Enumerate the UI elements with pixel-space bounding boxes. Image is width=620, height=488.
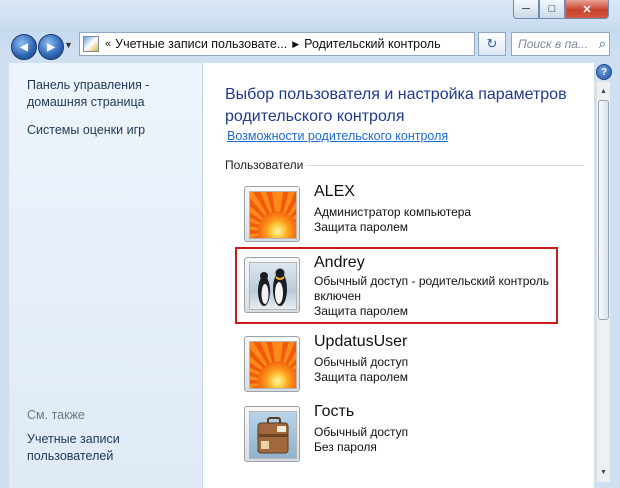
window-controls: ─ □ ✕	[513, 0, 609, 20]
control-panel-window: ─ □ ✕ ◀ ▶ ▼ « Учетные записи пользовате.…	[0, 0, 620, 488]
forward-arrow-icon: ▶	[47, 41, 55, 53]
forward-button[interactable]: ▶	[38, 34, 64, 60]
user-tile-guest[interactable]: Гость Обычный доступ Без пароля	[244, 403, 544, 464]
close-icon: ✕	[582, 3, 592, 16]
scroll-up-icon[interactable]: ▲	[597, 84, 610, 99]
user-password-status: Защита паролем	[314, 370, 409, 384]
sidebar-link-accounts-line1: Учетные записи	[27, 432, 120, 446]
search-icon[interactable]: ⌕	[599, 36, 606, 52]
user-avatar	[244, 336, 300, 392]
sidebar-link-game-ratings[interactable]: Системы оценки игр	[27, 122, 145, 139]
search-placeholder: Поиск в па...	[518, 37, 588, 51]
user-password-status: Без пароля	[314, 440, 377, 454]
flower-picture-icon	[249, 341, 297, 389]
user-name: Гость	[314, 403, 355, 420]
users-section-heading: Пользователи	[225, 158, 304, 172]
parental-features-link[interactable]: Возможности родительского контроля	[227, 129, 448, 143]
control-panel-icon	[83, 36, 99, 52]
breadcrumb-separator-icon[interactable]: ▶	[292, 39, 299, 50]
see-also-heading: См. также	[27, 408, 85, 422]
suitcase-picture-icon	[249, 411, 297, 459]
user-tile-updatususer[interactable]: UpdatusUser Обычный доступ Защита пароле…	[244, 333, 544, 394]
search-input[interactable]: Поиск в па... ⌕	[511, 32, 610, 56]
scrollbar-thumb[interactable]	[598, 100, 609, 320]
user-role: Администратор компьютера	[314, 205, 472, 219]
section-divider	[306, 165, 585, 166]
breadcrumb-overflow[interactable]: «	[105, 38, 111, 50]
refresh-icon: ↻	[486, 36, 498, 51]
refresh-button[interactable]: ↻	[478, 32, 506, 56]
user-role: Обычный доступ	[314, 425, 409, 439]
back-button[interactable]: ◀	[11, 34, 37, 60]
breadcrumb-item-accounts[interactable]: Учетные записи пользовате...	[115, 37, 287, 51]
breadcrumb-item-parental[interactable]: Родительский контроль	[304, 37, 440, 51]
selection-highlight	[235, 247, 558, 324]
maximize-icon: □	[548, 3, 556, 15]
help-icon[interactable]: ?	[596, 64, 612, 80]
user-name: UpdatusUser	[314, 333, 408, 350]
user-password-status: Защита паролем	[314, 220, 409, 234]
sidebar-link-home-line2: домашняя страница	[27, 95, 145, 109]
user-role: Обычный доступ	[314, 355, 409, 369]
sidebar-link-accounts-line2: пользователей	[27, 449, 114, 463]
sidebar-link-home-line1: Панель управления -	[27, 78, 150, 92]
user-avatar	[244, 406, 300, 462]
back-arrow-icon: ◀	[20, 41, 28, 53]
user-tile-alex[interactable]: ALEX Администратор компьютера Защита пар…	[244, 183, 544, 244]
sidebar-link-home[interactable]: Панель управления - домашняя страница	[27, 77, 149, 111]
page-title-line2: родительского контроля	[225, 108, 405, 125]
scroll-down-icon[interactable]: ▼	[597, 465, 610, 480]
minimize-icon: ─	[522, 3, 530, 15]
user-name: ALEX	[314, 183, 355, 200]
chevron-down-icon: ▼	[64, 40, 73, 50]
address-bar[interactable]: « Учетные записи пользовате... ▶ Родител…	[79, 32, 475, 56]
sidebar-link-user-accounts[interactable]: Учетные записи пользователей	[27, 431, 120, 465]
page-title: Выбор пользователя и настройка параметро…	[225, 84, 575, 128]
recent-pages-dropdown[interactable]: ▼	[64, 40, 73, 50]
flower-picture-icon	[249, 191, 297, 239]
minimize-button[interactable]: ─	[513, 0, 539, 19]
vertical-scrollbar[interactable]: ▲ ▼	[596, 82, 610, 482]
maximize-button[interactable]: □	[539, 0, 565, 19]
page-title-line1: Выбор пользователя и настройка параметро…	[225, 86, 567, 103]
suitcase-icon	[257, 417, 289, 454]
user-avatar	[244, 186, 300, 242]
close-button[interactable]: ✕	[565, 0, 609, 19]
